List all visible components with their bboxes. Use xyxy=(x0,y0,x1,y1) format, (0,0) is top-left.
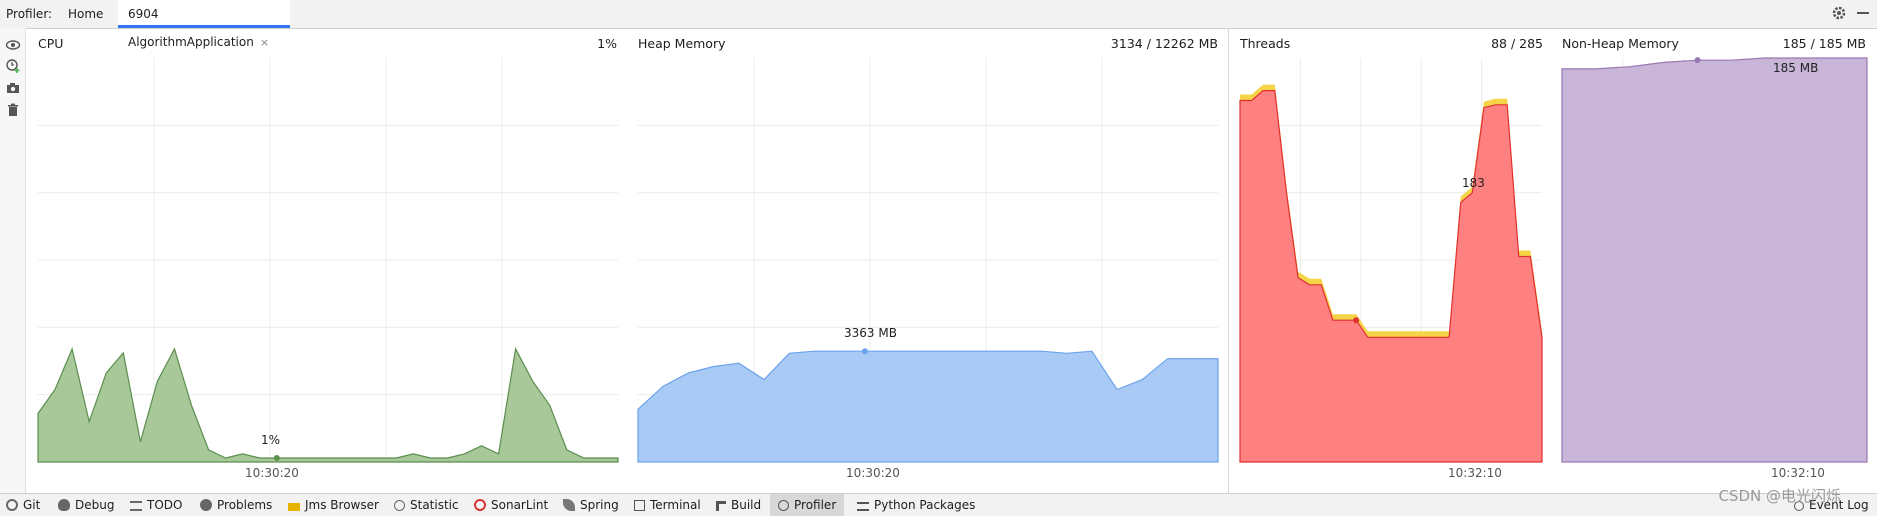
trash-icon[interactable] xyxy=(5,102,21,118)
jms-browser-tool-label: Jms Browser xyxy=(305,498,379,512)
cpu-chart xyxy=(37,58,619,463)
non-heap-title: Non-Heap Memory xyxy=(1562,36,1679,51)
terminal-tool[interactable]: Terminal xyxy=(634,494,701,516)
jms-icon xyxy=(288,503,300,511)
profiler-label: Profiler: xyxy=(6,7,53,21)
pie-icon xyxy=(394,500,405,511)
heap-series-area xyxy=(637,350,1219,463)
bug-icon xyxy=(58,499,70,511)
build-tool[interactable]: Build xyxy=(716,494,761,516)
non-heap-time-label: 10:32:10 xyxy=(1771,466,1825,480)
python-packages-tool[interactable]: Python Packages xyxy=(857,494,975,516)
todo-tool-label: TODO xyxy=(147,498,183,512)
problems-tool-label: Problems xyxy=(217,498,273,512)
build-tool-label: Build xyxy=(731,498,762,512)
sonarlint-tool-label: SonarLint xyxy=(491,498,549,512)
git-icon xyxy=(6,499,18,511)
tab-home-label: Home xyxy=(68,7,104,21)
statistic-tool[interactable]: Statistic xyxy=(394,494,459,516)
jms-browser-tool[interactable]: Jms Browser xyxy=(288,494,379,516)
panel-divider xyxy=(1228,28,1229,493)
layers-icon xyxy=(857,502,869,511)
git-tool-label: Git xyxy=(23,498,41,512)
csdn-watermark: CSDN @电光闪烁 xyxy=(1718,487,1841,505)
threads-chart xyxy=(1239,58,1543,463)
threads-annotation: 183 xyxy=(1462,176,1485,190)
info-icon xyxy=(200,499,212,511)
todo-tool[interactable]: TODO xyxy=(130,494,182,516)
profiler-tool[interactable]: Profiler xyxy=(770,494,845,516)
heap-value: 3134 / 12262 MB xyxy=(1110,36,1218,51)
threads-hover-point xyxy=(1353,317,1360,324)
terminal-tool-label: Terminal xyxy=(650,498,701,512)
heap-time-label: 10:30:20 xyxy=(846,466,900,480)
threads-value: 88 / 285 xyxy=(1491,36,1543,51)
cpu-annotation: 1% xyxy=(261,433,281,447)
tab-home[interactable]: Home xyxy=(58,0,113,28)
threads-title: Threads xyxy=(1240,36,1291,51)
cpu-value: 1% xyxy=(597,36,617,51)
debug-tool-label: Debug xyxy=(75,498,115,512)
statistic-tool-label: Statistic xyxy=(410,498,459,512)
cpu-title: CPU xyxy=(38,36,64,51)
spring-tool[interactable]: Spring xyxy=(563,494,619,516)
profiler-icon xyxy=(778,500,789,511)
eye-icon[interactable] xyxy=(5,37,21,53)
profiler-left-toolbar xyxy=(0,28,26,493)
minimize-icon[interactable] xyxy=(1857,12,1869,14)
profiler-tool-label: Profiler xyxy=(794,498,837,512)
non-heap-value: 185 / 185 MB xyxy=(1782,36,1866,51)
non-heap-hover-point xyxy=(1694,57,1701,64)
add-watch-icon[interactable] xyxy=(5,58,21,74)
git-tool[interactable]: Git xyxy=(6,494,40,516)
threads-series-area xyxy=(1239,90,1543,463)
problems-tool[interactable]: Problems xyxy=(200,494,272,516)
sonarlint-tool[interactable]: SonarLint xyxy=(474,494,548,516)
heap-annotation: 3363 MB xyxy=(844,326,897,340)
gear-icon[interactable] xyxy=(1831,5,1847,21)
tab-algorithm-application[interactable]: 6904 AlgorithmApplication × xyxy=(118,0,290,49)
sonar-icon xyxy=(474,499,486,511)
tool-window-bar: Git Debug TODO Problems Jms Browser Stat… xyxy=(0,493,1877,516)
hammer-icon xyxy=(716,501,726,511)
profiler-header: Profiler: Home 6904 AlgorithmApplication… xyxy=(0,0,1877,49)
non-heap-annotation: 185 MB xyxy=(1773,61,1819,75)
terminal-icon xyxy=(634,500,645,511)
heap-chart xyxy=(637,58,1219,463)
threads-time-label: 10:32:10 xyxy=(1448,466,1502,480)
camera-icon[interactable] xyxy=(5,80,21,96)
debug-tool[interactable]: Debug xyxy=(58,494,114,516)
list-icon xyxy=(130,501,142,511)
spring-tool-label: Spring xyxy=(580,498,619,512)
cpu-series-area xyxy=(37,346,619,463)
heap-title: Heap Memory xyxy=(638,36,726,51)
non-heap-series-area xyxy=(1561,57,1868,463)
heap-hover-point xyxy=(861,348,868,355)
cpu-hover-point xyxy=(273,454,280,461)
python-packages-tool-label: Python Packages xyxy=(874,498,976,512)
cpu-time-label: 10:30:20 xyxy=(245,466,299,480)
non-heap-chart xyxy=(1561,57,1868,463)
leaf-icon xyxy=(563,499,575,511)
